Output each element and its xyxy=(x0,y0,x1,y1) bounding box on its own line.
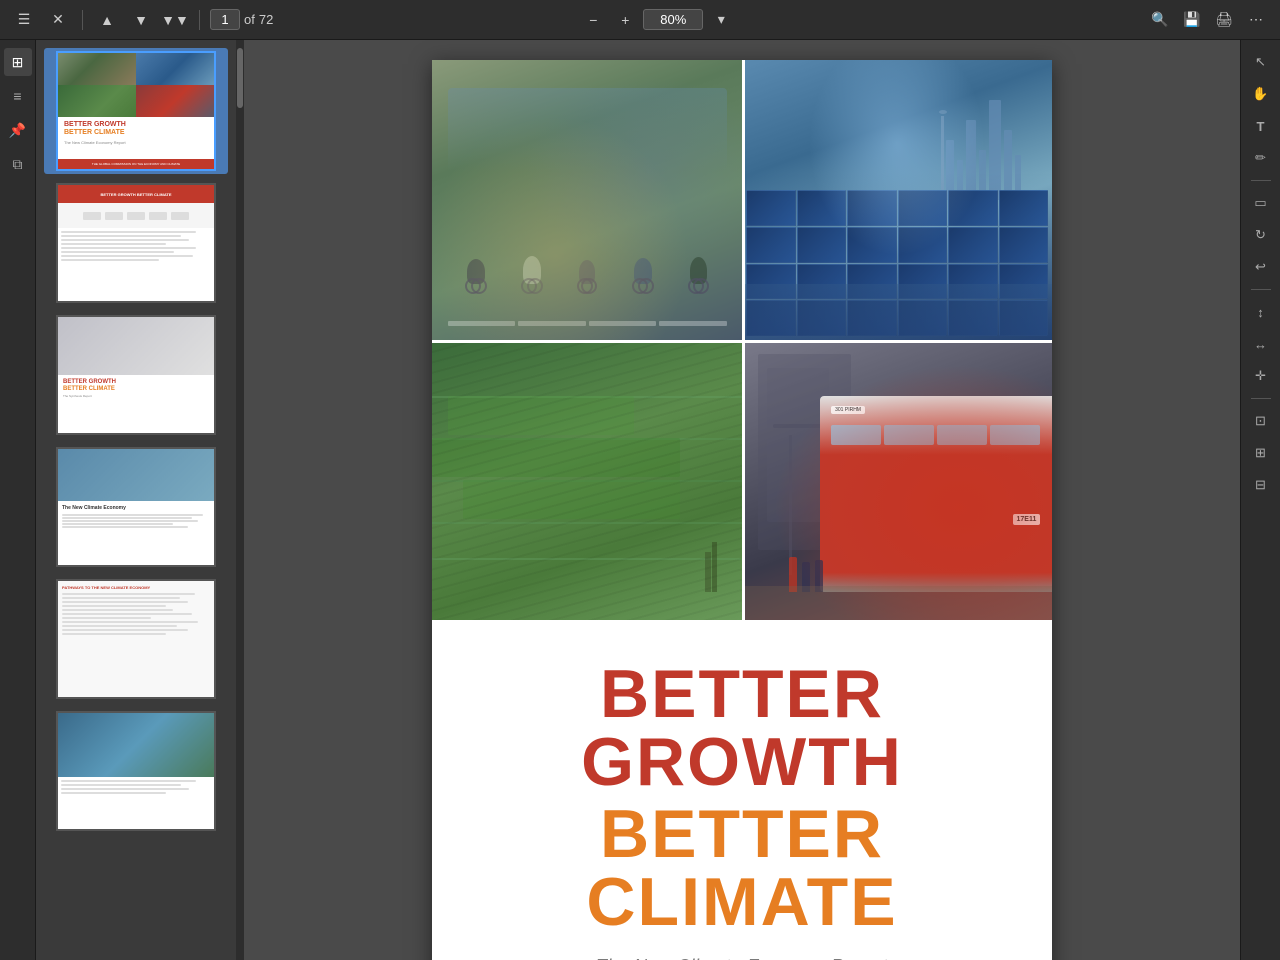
unpin-icon: ✕ xyxy=(52,11,64,28)
nav-prev-button[interactable]: ▲ xyxy=(93,6,121,34)
toolbar-sep-1 xyxy=(82,10,83,30)
thumbnail-item-3[interactable]: BETTER GROWTH BETTER CLIMATE The Synthes… xyxy=(44,312,228,438)
hand-tool-button[interactable]: ✋ xyxy=(1247,80,1275,108)
page-info: 1 of 72 xyxy=(210,9,273,30)
document-viewer[interactable]: 17E11 301 PIRHM xyxy=(244,40,1240,960)
page-of-label: of xyxy=(244,12,255,27)
chevron-down-icon: ▾ xyxy=(718,11,725,28)
nav-up-icon: ▲ xyxy=(100,12,114,28)
save-button[interactable]: 💾 xyxy=(1178,6,1206,34)
save-icon: 💾 xyxy=(1183,11,1200,28)
search-icon: 🔍 xyxy=(1151,11,1168,28)
group-button[interactable]: ⊞ xyxy=(1247,439,1275,467)
search-button[interactable]: 🔍 xyxy=(1146,6,1174,34)
move-tool-button[interactable]: ✛ xyxy=(1247,362,1275,390)
zoom-level-display[interactable]: 80% xyxy=(643,9,703,30)
expand-h-button[interactable]: ↔ xyxy=(1247,330,1275,358)
thumbnail-item-4[interactable]: The New Climate Economy xyxy=(44,444,228,570)
thumbnail-image-6 xyxy=(56,711,216,831)
right-tool-sidebar: ↖ ✋ T ✏ ▭ ↻ ↩ ↕ ↔ ✛ ⊡ xyxy=(1240,40,1280,960)
group-icon: ⊞ xyxy=(1255,445,1266,461)
list-view-icon: ≡ xyxy=(13,88,21,104)
text-tool-button[interactable]: T xyxy=(1247,112,1275,140)
more-icon: ⋯ xyxy=(1249,11,1263,28)
pen-icon: ✏ xyxy=(1255,150,1266,166)
photo-solar-city xyxy=(742,60,1052,340)
component-icon: ⊡ xyxy=(1255,413,1266,429)
more-options-button[interactable]: ⋯ xyxy=(1242,6,1270,34)
tool-separator-2 xyxy=(1251,289,1271,290)
unpin-button[interactable]: ✕ xyxy=(44,6,72,34)
thumbnail-item-5[interactable]: PATHWAYS TO THE NEW CLIMATE ECONOMY xyxy=(44,576,228,702)
panel-scroll-track[interactable] xyxy=(236,40,244,960)
thumbnail-image-5: PATHWAYS TO THE NEW CLIMATE ECONOMY xyxy=(56,579,216,699)
thumbnails-panel-button[interactable]: ⊞ xyxy=(4,48,32,76)
thumbnail-panel: BETTER GROWTH BETTER CLIMATE The New Cli… xyxy=(36,40,236,960)
document-page: 17E11 301 PIRHM xyxy=(432,60,1052,960)
outline-panel-button[interactable]: ≡ xyxy=(4,82,32,110)
expand-v-button[interactable]: ↕ xyxy=(1247,298,1275,326)
cursor-icon: ↖ xyxy=(1255,54,1266,70)
print-icon: 🖨 xyxy=(1215,11,1233,28)
top-toolbar: ☰ ✕ ▲ ▼ ▼▼ 1 of 72 − + 80% ▾ 🔍 💾 xyxy=(0,0,1280,40)
nav-last-icon: ▼▼ xyxy=(161,12,189,28)
document-subtitle: The New Climate Economy Report xyxy=(596,956,888,960)
nav-last-button[interactable]: ▼▼ xyxy=(161,6,189,34)
panel-scroll-thumb[interactable] xyxy=(237,48,243,108)
text-icon: T xyxy=(1257,119,1265,134)
left-icon-bar: ⊞ ≡ 📌 ⧉ xyxy=(0,40,36,960)
thumbnail-item-2[interactable]: BETTER GROWTH BETTER CLIMATE xyxy=(44,180,228,306)
thumbnail-image-2: BETTER GROWTH BETTER CLIMATE xyxy=(56,183,216,303)
nav-next-button[interactable]: ▼ xyxy=(127,6,155,34)
grid-view-icon: ⊞ xyxy=(12,54,24,71)
zoom-out-icon: − xyxy=(589,12,597,28)
nav-down-icon: ▼ xyxy=(134,12,148,28)
image-tool-button[interactable]: ▭ xyxy=(1247,189,1275,217)
tool-separator-3 xyxy=(1251,398,1271,399)
layers-icon: ⧉ xyxy=(13,156,23,173)
photo-red-bus: 17E11 301 PIRHM xyxy=(742,340,1052,620)
sidebar-toggle-icon: ☰ xyxy=(18,11,31,28)
pin-icon: 📌 xyxy=(9,122,26,139)
photo-rice-terraces xyxy=(432,340,742,620)
undo-icon: ↩ xyxy=(1255,259,1266,275)
align-button[interactable]: ⊟ xyxy=(1247,471,1275,499)
toolbar-sep-2 xyxy=(199,10,200,30)
rotate-tool-button[interactable]: ↻ xyxy=(1247,221,1275,249)
zoom-in-button[interactable]: + xyxy=(611,6,639,34)
current-page-input[interactable]: 1 xyxy=(210,9,240,30)
zoom-out-button[interactable]: − xyxy=(579,6,607,34)
zoom-dropdown-button[interactable]: ▾ xyxy=(707,6,735,34)
thumbnail-image-3: BETTER GROWTH BETTER CLIMATE The Synthes… xyxy=(56,315,216,435)
annotations-button[interactable]: 📌 xyxy=(4,116,32,144)
move-icon: ✛ xyxy=(1255,368,1266,384)
cursor-tool-button[interactable]: ↖ xyxy=(1247,48,1275,76)
photo-cyclists xyxy=(432,60,742,340)
thumbnail-image-4: The New Climate Economy xyxy=(56,447,216,567)
expand-v-icon: ↕ xyxy=(1257,305,1264,320)
layers-button[interactable]: ⧉ xyxy=(4,150,32,178)
title-line-1: BETTER GROWTH xyxy=(492,660,992,796)
rotate-icon: ↻ xyxy=(1255,227,1266,243)
document-text-section: BETTER GROWTH BETTER CLIMATE The New Cli… xyxy=(432,620,1052,960)
thumbnail-image-1: BETTER GROWTH BETTER CLIMATE The New Cli… xyxy=(56,51,216,171)
print-button[interactable]: 🖨 xyxy=(1210,6,1238,34)
thumbnail-item-1[interactable]: BETTER GROWTH BETTER CLIMATE The New Cli… xyxy=(44,48,228,174)
align-icon: ⊟ xyxy=(1255,477,1266,493)
tool-separator-1 xyxy=(1251,180,1271,181)
photo-grid-v-divider xyxy=(742,60,745,620)
expand-h-icon: ↔ xyxy=(1254,337,1267,352)
sidebar-toggle-button[interactable]: ☰ xyxy=(10,6,38,34)
hand-icon: ✋ xyxy=(1252,86,1268,102)
main-content: ⊞ ≡ 📌 ⧉ BETT xyxy=(0,40,1280,960)
undo-tool-button[interactable]: ↩ xyxy=(1247,253,1275,281)
thumbnail-item-6[interactable] xyxy=(44,708,228,834)
pen-tool-button[interactable]: ✏ xyxy=(1247,144,1275,172)
total-pages: 72 xyxy=(259,12,273,27)
photo-grid-container: 17E11 301 PIRHM xyxy=(432,60,1052,620)
title-line-2: BETTER CLIMATE xyxy=(492,800,992,936)
image-icon: ▭ xyxy=(1254,195,1266,211)
component-button[interactable]: ⊡ xyxy=(1247,407,1275,435)
zoom-in-icon: + xyxy=(621,12,629,28)
